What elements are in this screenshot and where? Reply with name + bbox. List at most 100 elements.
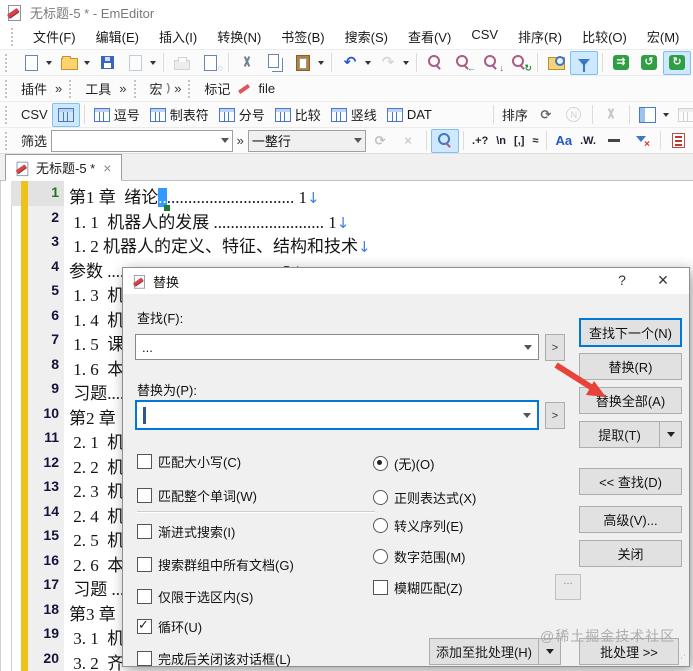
replace-expand-button[interactable]: >: [545, 402, 565, 429]
tab-close-icon[interactable]: ×: [101, 160, 113, 176]
menu-item-compare[interactable]: 比较(O): [572, 24, 637, 49]
paste-dropdown[interactable]: [318, 61, 324, 65]
wrap-mode-button-3[interactable]: ↻: [663, 51, 691, 75]
mode-number-range-radio[interactable]: 数字范围(M): [373, 547, 466, 566]
redo-button[interactable]: ↷: [374, 51, 402, 75]
replace-all-button[interactable]: 替换全部(A): [579, 387, 682, 414]
radio-dot[interactable]: [373, 549, 388, 564]
find-in-files-button[interactable]: [542, 51, 570, 75]
plugins-overflow-chevron[interactable]: »: [51, 81, 66, 96]
wrap-mode-button-1[interactable]: ⇉: [607, 51, 635, 75]
fuzzy-match-checkbox[interactable]: 模糊匹配(Z): [373, 578, 463, 597]
macros-overflow-chevron[interactable]: »: [170, 81, 185, 96]
menu-item-macros[interactable]: 宏(M): [637, 24, 690, 49]
back-to-find-button[interactable]: << 查找(D): [579, 468, 682, 495]
menu-item-convert[interactable]: 转换(N): [207, 24, 271, 49]
escape-op-button[interactable]: \n: [492, 133, 510, 149]
checkbox-box[interactable]: [137, 557, 152, 572]
copy-button[interactable]: [261, 51, 289, 75]
close-button[interactable]: 关闭: [579, 540, 682, 567]
select-column-button[interactable]: [634, 103, 662, 127]
mark-file-item[interactable]: file: [254, 81, 279, 96]
editor-line[interactable]: 3 1. 2 机器人的定义、特征、结构和技术↓: [1, 230, 693, 255]
filter-mode-select[interactable]: 一整行: [248, 130, 366, 152]
selection-only-checkbox[interactable]: 仅限于选区内(S): [137, 587, 253, 606]
match-case-op-button[interactable]: Aa: [551, 131, 576, 150]
clear-sort-button[interactable]: [597, 103, 625, 127]
csv-mode-tab-button[interactable]: 制表符: [145, 103, 214, 127]
dialog-help-button[interactable]: ?: [611, 272, 633, 288]
macros-menu-button[interactable]: 宏: [146, 79, 167, 98]
redo-dropdown[interactable]: [403, 61, 409, 65]
combo-arrow-icon[interactable]: [523, 413, 531, 418]
advanced-button[interactable]: 高级(V)...: [579, 506, 682, 533]
find-previous-button[interactable]: ←: [449, 51, 477, 75]
find-next-button[interactable]: ↓: [477, 51, 505, 75]
resize-grip[interactable]: ⋰: [677, 653, 686, 664]
whole-word-op-button[interactable]: .W.: [576, 133, 600, 149]
fuzzy-options-button[interactable]: ...: [555, 574, 581, 600]
extract-lines-button[interactable]: [665, 129, 693, 153]
replace-combobox[interactable]: [135, 400, 539, 430]
tools-menu-button[interactable]: 工具: [81, 79, 115, 98]
all-documents-checkbox[interactable]: 搜索群组中所有文档(G): [137, 555, 294, 574]
close-when-done-checkbox[interactable]: 完成后关闭该对话框(L): [137, 649, 291, 668]
add-to-batch-button[interactable]: 添加至批处理(H): [429, 638, 539, 665]
radio-dot[interactable]: [373, 490, 388, 505]
filter-find-button[interactable]: [431, 129, 459, 153]
dialog-title-bar[interactable]: 替换: [123, 268, 689, 294]
regex-op-button[interactable]: .+?: [468, 133, 492, 149]
replace-toolbar-button[interactable]: ↻: [505, 51, 533, 75]
combo-arrow-icon[interactable]: [524, 345, 532, 350]
bracket-op-button[interactable]: [,]: [510, 133, 528, 149]
checkbox-box-checked[interactable]: [137, 619, 152, 634]
combo-arrow-icon[interactable]: [221, 138, 229, 143]
incremental-search-checkbox[interactable]: 渐进式搜索(I): [137, 522, 235, 541]
extract-dropdown[interactable]: [660, 421, 682, 448]
open-file-button[interactable]: [55, 51, 83, 75]
print-preview-button[interactable]: ◌: [196, 51, 224, 75]
checkbox-box[interactable]: [137, 651, 152, 666]
find-next-button[interactable]: 查找下一个(N): [579, 318, 682, 347]
wrap-around-checkbox[interactable]: 循环(U): [137, 617, 202, 636]
menu-item-insert[interactable]: 插入(I): [149, 24, 207, 49]
menu-item-csv[interactable]: CSV: [461, 24, 508, 49]
filter-input[interactable]: [51, 130, 233, 152]
insert-column-button[interactable]: [672, 103, 693, 127]
radio-dot[interactable]: [373, 518, 388, 533]
menu-item-bookmarks[interactable]: 书签(B): [271, 24, 334, 49]
plugins-menu-button[interactable]: 插件: [17, 79, 51, 98]
save-all-dropdown[interactable]: [150, 61, 156, 65]
menu-item-view[interactable]: 查看(V): [398, 24, 461, 49]
csv-normal-mode-button[interactable]: [52, 103, 80, 127]
document-tab[interactable]: 无标题-5 * ×: [5, 154, 122, 181]
reload-button[interactable]: ⟳: [532, 103, 560, 127]
extract-button[interactable]: 提取(T): [579, 421, 660, 448]
csv-mode-compare-button[interactable]: 比较: [270, 103, 326, 127]
find-expand-button[interactable]: >: [545, 334, 565, 361]
replace-button[interactable]: 替换(R): [579, 353, 682, 380]
mode-regex-radio[interactable]: 正则表达式(X): [373, 488, 476, 507]
hide-unmatched-button[interactable]: [600, 129, 628, 153]
mode-escape-radio[interactable]: 转义序列(E): [373, 516, 463, 535]
new-document-button[interactable]: [17, 51, 45, 75]
save-button[interactable]: [93, 51, 121, 75]
csv-mode-comma-button[interactable]: 逗号: [89, 103, 145, 127]
similar-op-button[interactable]: ≈: [528, 133, 542, 149]
paste-button[interactable]: [289, 51, 317, 75]
numbering-button[interactable]: N: [560, 103, 588, 127]
tools-overflow-chevron[interactable]: »: [115, 81, 130, 96]
mode-none-radio[interactable]: (无)(O): [373, 454, 434, 473]
editor-line[interactable]: 1第1 章 绪论................................…: [1, 181, 693, 206]
checkbox-box[interactable]: [137, 524, 152, 539]
menu-item-search[interactable]: 搜索(S): [335, 24, 398, 49]
print-button[interactable]: [168, 51, 196, 75]
cut-button[interactable]: [233, 51, 261, 75]
select-column-dropdown[interactable]: [663, 113, 669, 117]
csv-mode-semicolon-button[interactable]: 分号: [214, 103, 270, 127]
whole-word-checkbox[interactable]: 匹配整个单词(W): [137, 486, 257, 505]
filter-overflow-chevron[interactable]: »: [233, 133, 248, 148]
new-document-dropdown[interactable]: [46, 61, 52, 65]
filter-clear-button[interactable]: ×: [394, 129, 422, 153]
menu-item-edit[interactable]: 编辑(E): [86, 24, 149, 49]
